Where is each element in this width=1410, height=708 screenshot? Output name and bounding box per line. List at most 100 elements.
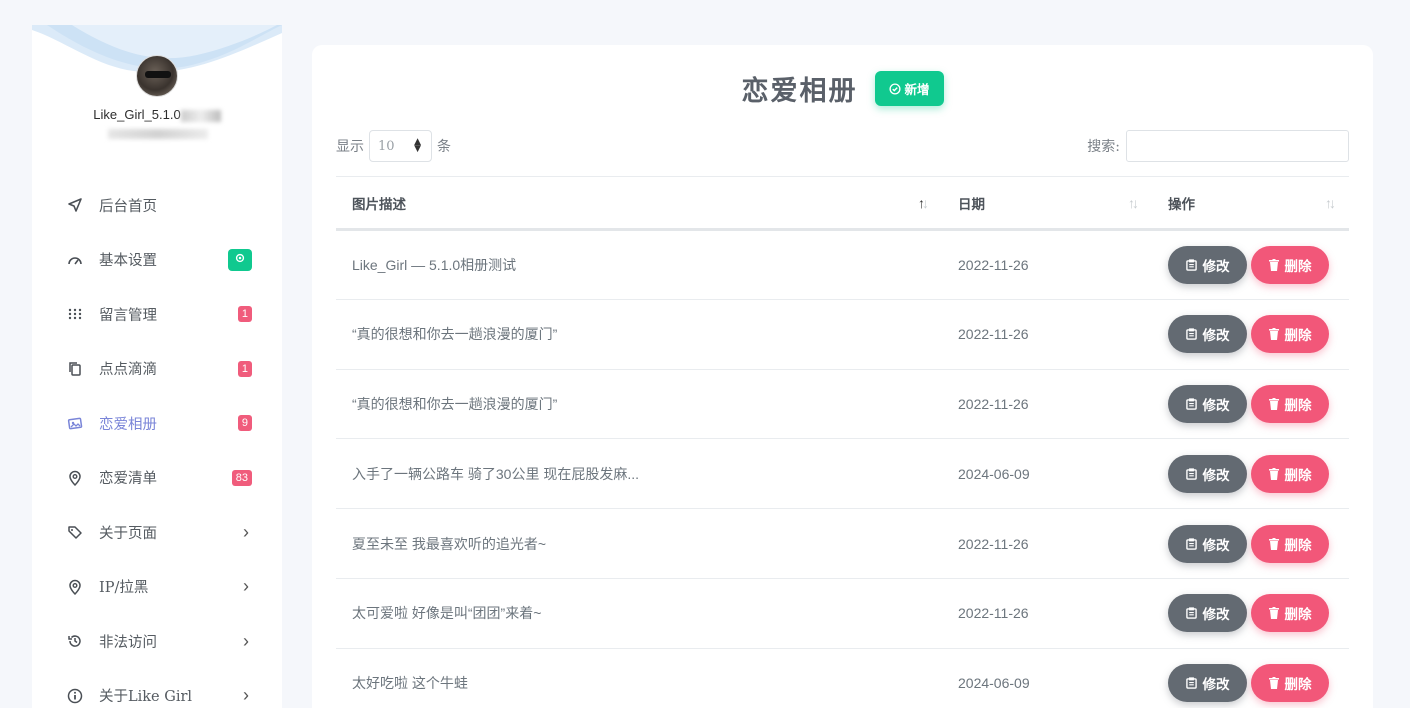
cell-actions: 修改 删除 (1152, 229, 1349, 300)
cell-date: 2022-11-26 (942, 369, 1152, 440)
sidebar-item-6[interactable]: 关于页面 › (32, 505, 282, 560)
sidebar-item-8[interactable]: 非法访问 › (32, 614, 282, 669)
table-row: Like_Girl — 5.1.0相册测试 2022-11-26 修改 删除 (336, 229, 1349, 300)
edit-button-label: 修改 (1202, 328, 1230, 344)
location-pin-icon (67, 579, 83, 595)
clipboard-icon (1185, 328, 1197, 340)
sidebar-item-label: 留言管理 (99, 307, 157, 324)
count-badge: 1 (237, 306, 252, 323)
sort-asc-icon: ↑↓ (918, 195, 929, 211)
cell-actions: 修改 删除 (1152, 369, 1349, 440)
add-button-label: 新增 (904, 83, 930, 97)
column-header-desc[interactable]: 图片描述 ↑↓ (336, 176, 942, 231)
search-control: 搜索: (1087, 130, 1349, 162)
cell-date: 2024-06-09 (942, 438, 1152, 510)
table-row: “真的很想和你去一趟浪漫的厦门” 2022-11-26 修改 删除 (336, 299, 1349, 370)
cell-desc: 入手了一辆公路车 骑了30公里 现在屁股发麻... (336, 438, 942, 510)
cell-actions: 修改 删除 (1152, 299, 1349, 370)
delete-button-label: 删除 (1284, 328, 1312, 344)
delete-button-label: 删除 (1284, 258, 1312, 274)
user-subtitle-blurred (108, 129, 208, 139)
sidebar: Like_Girl_5.1.0 后台首页 基本设置 留言管理 1 点点滴滴 1 恋爱相册 9 恋… (32, 25, 282, 708)
delete-button[interactable]: 删除 (1251, 384, 1329, 423)
table-row: 入手了一辆公路车 骑了30公里 现在屁股发麻... 2024-06-09 修改 删除 (336, 438, 1349, 510)
sidebar-item-label: 关于页面 (99, 525, 157, 542)
delete-button-label: 删除 (1284, 467, 1312, 483)
cell-desc: 夏至未至 我最喜欢听的追光者~ (336, 508, 942, 579)
sidebar-item-2[interactable]: 留言管理 1 (32, 287, 282, 342)
trash-icon (1268, 397, 1279, 410)
user-name: Like_Girl_5.1.0 (32, 107, 282, 122)
info-circle-icon (67, 688, 83, 704)
sidebar-item-label: 后台首页 (99, 198, 157, 215)
page-length-value: 10 (378, 138, 395, 154)
location-pin-icon (67, 470, 83, 486)
cell-actions: 修改 删除 (1152, 578, 1349, 649)
edit-button[interactable]: 修改 (1168, 664, 1247, 703)
edit-button-label: 修改 (1202, 607, 1230, 623)
sidebar-item-4[interactable]: 恋爱相册 9 (32, 396, 282, 451)
cell-date: 2022-11-26 (942, 578, 1152, 649)
table-row: 太好吃啦 这个牛蛙 2024-06-09 修改 删除 (336, 648, 1349, 708)
edit-button[interactable]: 修改 (1168, 245, 1247, 284)
edit-button[interactable]: 修改 (1168, 454, 1247, 493)
cell-desc: “真的很想和你去一趟浪漫的厦门” (336, 369, 942, 440)
length-control: 显示 10 ▲ ▼ 条 (336, 130, 451, 162)
column-header-actions[interactable]: 操作 ↑↓ (1152, 176, 1349, 231)
card-header: 恋爱相册 新增 (312, 69, 1373, 108)
sidebar-item-label: 点点滴滴 (99, 362, 157, 379)
sidebar-item-label: IP/拉黑 (99, 580, 149, 597)
sidebar-item-label: 恋爱相册 (99, 416, 157, 433)
sort-icon: ↑↓ (1325, 195, 1336, 211)
chevron-right-icon: › (243, 685, 249, 706)
table-header-row: 图片描述 ↑↓ 日期 ↑↓ 操作 ↑↓ (336, 176, 1349, 231)
delete-button[interactable]: 删除 (1251, 315, 1329, 354)
edit-button[interactable]: 修改 (1168, 594, 1247, 633)
sidebar-item-7[interactable]: IP/拉黑 › (32, 560, 282, 615)
cell-desc: Like_Girl — 5.1.0相册测试 (336, 229, 942, 300)
cell-date: 2022-11-26 (942, 299, 1152, 370)
add-button[interactable]: 新增 (875, 71, 944, 106)
page-title: 恋爱相册 (741, 76, 858, 107)
sort-icon: ↑↓ (1128, 195, 1139, 211)
column-header-date[interactable]: 日期 ↑↓ (942, 176, 1152, 231)
clipboard-icon (1185, 398, 1197, 410)
search-input[interactable] (1126, 130, 1349, 162)
sidebar-item-0[interactable]: 后台首页 (32, 178, 282, 233)
sidebar-item-3[interactable]: 点点滴滴 1 (32, 342, 282, 397)
delete-button[interactable]: 删除 (1251, 454, 1329, 493)
avatar[interactable] (136, 55, 178, 97)
clipboard-icon (1185, 607, 1197, 620)
cell-date: 2024-06-09 (942, 648, 1152, 708)
trash-icon (1268, 607, 1279, 620)
sidebar-item-9[interactable]: 关于Like Girl › (32, 669, 282, 708)
cell-desc: “真的很想和你去一趟浪漫的厦门” (336, 299, 942, 370)
sidebar-item-label: 基本设置 (99, 253, 157, 270)
edit-button[interactable]: 修改 (1168, 315, 1247, 354)
check-circle-icon (889, 82, 902, 95)
edit-button[interactable]: 修改 (1168, 384, 1247, 423)
delete-button[interactable]: 删除 (1251, 245, 1329, 284)
sidebar-item-5[interactable]: 恋爱清单 83 (32, 451, 282, 506)
edit-button-label: 修改 (1202, 537, 1230, 553)
sidebar-item-1[interactable]: 基本设置 (32, 233, 282, 288)
sidebar-menu: 后台首页 基本设置 留言管理 1 点点滴滴 1 恋爱相册 9 恋爱清单 83 关于页面 › IP/拉黑 ›… (32, 178, 282, 708)
clipboard-icon (1185, 677, 1197, 689)
photos-icon (67, 415, 83, 431)
history-icon (67, 633, 83, 649)
main-card: 恋爱相册 新增 显示 10 ▲ ▼ 条 搜索: 图片描述 ↑↓ 日期 ↑↓ 操作… (312, 45, 1373, 708)
delete-button[interactable]: 删除 (1251, 594, 1329, 633)
clipboard-icon (1185, 259, 1197, 271)
cell-actions: 修改 删除 (1152, 508, 1349, 579)
delete-button[interactable]: 删除 (1251, 664, 1329, 703)
clipboard-icon (1185, 537, 1197, 550)
trash-icon (1268, 258, 1279, 271)
clipboard-icon (1185, 468, 1197, 480)
table-row: 夏至未至 我最喜欢听的追光者~ 2022-11-26 修改 删除 (336, 508, 1349, 579)
sidebar-item-label: 恋爱清单 (99, 471, 157, 488)
delete-button[interactable]: 删除 (1251, 524, 1329, 563)
table-row: “真的很想和你去一趟浪漫的厦门” 2022-11-26 修改 删除 (336, 369, 1349, 440)
edit-button[interactable]: 修改 (1168, 524, 1247, 563)
page-length-select[interactable]: 10 ▲ ▼ (369, 130, 432, 162)
delete-button-label: 删除 (1284, 397, 1312, 413)
